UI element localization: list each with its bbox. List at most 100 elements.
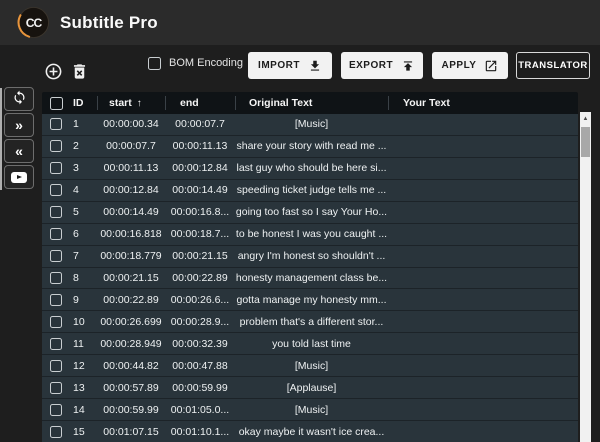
row-original-text[interactable]: speeding ticket judge tells me ... xyxy=(235,184,388,196)
sidebar-shift-back-button[interactable]: « xyxy=(4,139,34,163)
row-end-time[interactable]: 00:00:07.7 xyxy=(165,118,235,130)
row-checkbox[interactable] xyxy=(50,271,62,284)
row-end-time[interactable]: 00:00:28.9... xyxy=(165,316,235,328)
row-end-time[interactable]: 00:00:11.13 xyxy=(165,140,235,152)
row-end-time[interactable]: 00:00:59.99 xyxy=(165,382,235,394)
table-row[interactable]: 1 00:00:00.34 00:00:07.7 [Music] xyxy=(42,114,578,135)
row-start-time[interactable]: 00:00:44.82 xyxy=(97,360,165,372)
row-end-time[interactable]: 00:00:22.89 xyxy=(165,272,235,284)
table-scrollbar[interactable]: ▲ xyxy=(580,112,591,442)
table-row[interactable]: 6 00:00:16.818 00:00:18.7... to be hones… xyxy=(42,223,578,245)
row-original-text[interactable]: okay maybe it wasn't ice crea... xyxy=(235,426,388,438)
table-row[interactable]: 15 00:01:07.15 00:01:10.1... okay maybe … xyxy=(42,421,578,442)
column-header-id[interactable]: ID xyxy=(70,96,97,110)
row-checkbox[interactable] xyxy=(50,315,62,328)
bom-encoding-checkbox[interactable] xyxy=(148,56,161,70)
export-button[interactable]: EXPORT xyxy=(341,52,423,79)
row-checkbox[interactable] xyxy=(50,140,62,153)
sidebar-refresh-button[interactable] xyxy=(4,87,34,111)
row-checkbox[interactable] xyxy=(50,359,62,372)
row-start-time[interactable]: 00:00:59.99 xyxy=(97,404,165,416)
sidebar-youtube-button[interactable] xyxy=(4,165,34,189)
translator-button[interactable]: TRANSLATOR xyxy=(516,52,590,79)
row-original-text[interactable]: angry I'm honest so shouldn't ... xyxy=(235,250,388,262)
row-original-text[interactable]: [Music] xyxy=(235,360,388,372)
row-end-time[interactable]: 00:01:10.1... xyxy=(165,426,235,438)
column-header-start[interactable]: start ↑ xyxy=(97,96,165,110)
row-id: 4 xyxy=(73,184,79,197)
table-row[interactable]: 3 00:00:11.13 00:00:12.84 last guy who s… xyxy=(42,157,578,179)
row-start-time[interactable]: 00:00:21.15 xyxy=(97,272,165,284)
row-original-text[interactable]: [Music] xyxy=(235,404,388,416)
table-row[interactable]: 14 00:00:59.99 00:01:05.0... [Music] xyxy=(42,399,578,421)
table-row[interactable]: 12 00:00:44.82 00:00:47.88 [Music] xyxy=(42,355,578,377)
row-start-time[interactable]: 00:00:12.84 xyxy=(97,184,165,196)
row-checkbox[interactable] xyxy=(50,206,62,219)
row-original-text[interactable]: problem that's a different stor... xyxy=(235,316,388,328)
row-original-text[interactable]: going too fast so I say Your Ho... xyxy=(235,206,388,218)
row-id: 6 xyxy=(73,228,79,241)
row-start-time[interactable]: 00:00:22.89 xyxy=(97,294,165,306)
row-original-text[interactable]: honesty management class be... xyxy=(235,272,388,284)
row-original-text[interactable]: [Music] xyxy=(235,118,388,130)
bom-encoding-toggle[interactable]: BOM Encoding xyxy=(148,55,243,71)
table-row[interactable]: 10 00:00:26.699 00:00:28.9... problem th… xyxy=(42,311,578,333)
table-row[interactable]: 9 00:00:22.89 00:00:26.6... gotta manage… xyxy=(42,289,578,311)
row-checkbox[interactable] xyxy=(50,162,62,175)
row-start-time[interactable]: 00:00:11.13 xyxy=(97,162,165,174)
row-end-time[interactable]: 00:00:12.84 xyxy=(165,162,235,174)
row-original-text[interactable]: gotta manage my honesty mm... xyxy=(235,294,388,306)
row-start-time[interactable]: 00:00:16.818 xyxy=(97,228,165,240)
row-checkbox[interactable] xyxy=(50,184,62,197)
table-row[interactable]: 13 00:00:57.89 00:00:59.99 [Applause] xyxy=(42,377,578,399)
row-original-text[interactable]: [Applause] xyxy=(235,382,388,394)
row-original-text[interactable]: you told last time xyxy=(235,338,388,350)
row-original-text[interactable]: share your story with read me ... xyxy=(235,140,388,152)
column-header-your-text[interactable]: Your Text xyxy=(388,96,578,110)
row-checkbox[interactable] xyxy=(50,118,62,131)
row-end-time[interactable]: 00:01:05.0... xyxy=(165,404,235,416)
row-start-time[interactable]: 00:00:14.49 xyxy=(97,206,165,218)
row-checkbox[interactable] xyxy=(50,228,62,241)
table-row[interactable]: 11 00:00:28.949 00:00:32.39 you told las… xyxy=(42,333,578,355)
row-end-time[interactable]: 00:00:18.7... xyxy=(165,228,235,240)
row-checkbox-cell xyxy=(42,118,70,131)
table-row[interactable]: 7 00:00:18.779 00:00:21.15 angry I'm hon… xyxy=(42,245,578,267)
row-checkbox[interactable] xyxy=(50,250,62,263)
table-row[interactable]: 4 00:00:12.84 00:00:14.49 speeding ticke… xyxy=(42,179,578,201)
sidebar-shift-forward-button[interactable]: » xyxy=(4,113,34,137)
row-end-time[interactable]: 00:00:14.49 xyxy=(165,184,235,196)
row-end-time[interactable]: 00:00:21.15 xyxy=(165,250,235,262)
column-header-end[interactable]: end xyxy=(165,96,235,110)
row-id: 13 xyxy=(73,381,85,394)
row-start-time[interactable]: 00:01:07.15 xyxy=(97,426,165,438)
import-button[interactable]: IMPORT xyxy=(248,52,332,79)
row-start-time[interactable]: 00:00:57.89 xyxy=(97,382,165,394)
column-header-original-text[interactable]: Original Text xyxy=(235,96,388,110)
row-original-text[interactable]: to be honest I was you caught ... xyxy=(235,228,388,240)
row-start-time[interactable]: 00:00:00.34 xyxy=(97,118,165,130)
select-all-checkbox[interactable] xyxy=(49,96,63,110)
scrollbar-up-button[interactable]: ▲ xyxy=(580,112,591,126)
row-end-time[interactable]: 00:00:32.39 xyxy=(165,338,235,350)
table-row[interactable]: 2 00:00:07.7 00:00:11.13 share your stor… xyxy=(42,135,578,157)
row-end-time[interactable]: 00:00:26.6... xyxy=(165,294,235,306)
row-end-time[interactable]: 00:00:47.88 xyxy=(165,360,235,372)
row-checkbox[interactable] xyxy=(50,403,62,416)
row-checkbox[interactable] xyxy=(50,381,62,394)
row-checkbox[interactable] xyxy=(50,425,62,438)
row-start-time[interactable]: 00:00:26.699 xyxy=(97,316,165,328)
row-checkbox[interactable] xyxy=(50,293,62,306)
table-row[interactable]: 5 00:00:14.49 00:00:16.8... going too fa… xyxy=(42,201,578,223)
apply-button[interactable]: APPLY xyxy=(432,52,508,79)
row-start-time[interactable]: 00:00:18.779 xyxy=(97,250,165,262)
row-start-time[interactable]: 00:00:07.7 xyxy=(97,140,165,152)
row-end-time[interactable]: 00:00:16.8... xyxy=(165,206,235,218)
table-row[interactable]: 8 00:00:21.15 00:00:22.89 honesty manage… xyxy=(42,267,578,289)
delete-all-button[interactable] xyxy=(68,60,90,82)
row-start-time[interactable]: 00:00:28.949 xyxy=(97,338,165,350)
row-checkbox[interactable] xyxy=(50,337,62,350)
scrollbar-thumb[interactable] xyxy=(581,127,590,157)
row-original-text[interactable]: last guy who should be here si... xyxy=(235,162,388,174)
add-subtitle-button[interactable] xyxy=(42,60,64,82)
